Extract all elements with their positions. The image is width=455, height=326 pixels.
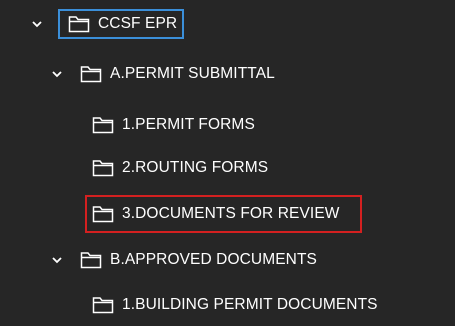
tree-node-label: 2.ROUTING FORMS bbox=[122, 159, 269, 176]
tree-node-label: 3.DOCUMENTS FOR REVIEW bbox=[122, 205, 340, 222]
folder-icon bbox=[68, 15, 90, 33]
tree-node-label: 1.PERMIT FORMS bbox=[122, 116, 255, 133]
folder-icon bbox=[92, 296, 114, 314]
folder-icon bbox=[92, 205, 114, 223]
chevron-down-icon[interactable] bbox=[49, 66, 65, 82]
tree-node-ccsf-epr[interactable]: CCSF EPR bbox=[0, 4, 455, 44]
tree-node-documents-for-review[interactable]: 3.DOCUMENTS FOR REVIEW bbox=[0, 194, 455, 234]
folder-icon bbox=[80, 65, 102, 83]
tree-node-approved-documents[interactable]: B.APPROVED DOCUMENTS bbox=[0, 240, 455, 280]
chevron-down-icon[interactable] bbox=[49, 252, 65, 268]
folder-icon bbox=[92, 116, 114, 134]
tree-node-building-permit-documents[interactable]: 1.BUILDING PERMIT DOCUMENTS bbox=[0, 284, 455, 324]
tree-node-label: 1.BUILDING PERMIT DOCUMENTS bbox=[122, 296, 378, 313]
tree-node-permit-forms[interactable]: 1.PERMIT FORMS bbox=[0, 104, 455, 144]
folder-icon bbox=[80, 251, 102, 269]
tree-node-label: CCSF EPR bbox=[98, 15, 178, 32]
chevron-down-icon[interactable] bbox=[29, 16, 45, 32]
folder-icon bbox=[92, 159, 114, 177]
tree-node-permit-submittal[interactable]: A.PERMIT SUBMITTAL bbox=[0, 54, 455, 94]
folder-tree: CCSF EPR A.PERMIT SUBMITTAL 1.PERMIT FOR… bbox=[0, 0, 455, 326]
tree-node-label: B.APPROVED DOCUMENTS bbox=[110, 251, 317, 268]
tree-node-label: A.PERMIT SUBMITTAL bbox=[110, 65, 275, 82]
tree-node-routing-forms[interactable]: 2.ROUTING FORMS bbox=[0, 148, 455, 188]
